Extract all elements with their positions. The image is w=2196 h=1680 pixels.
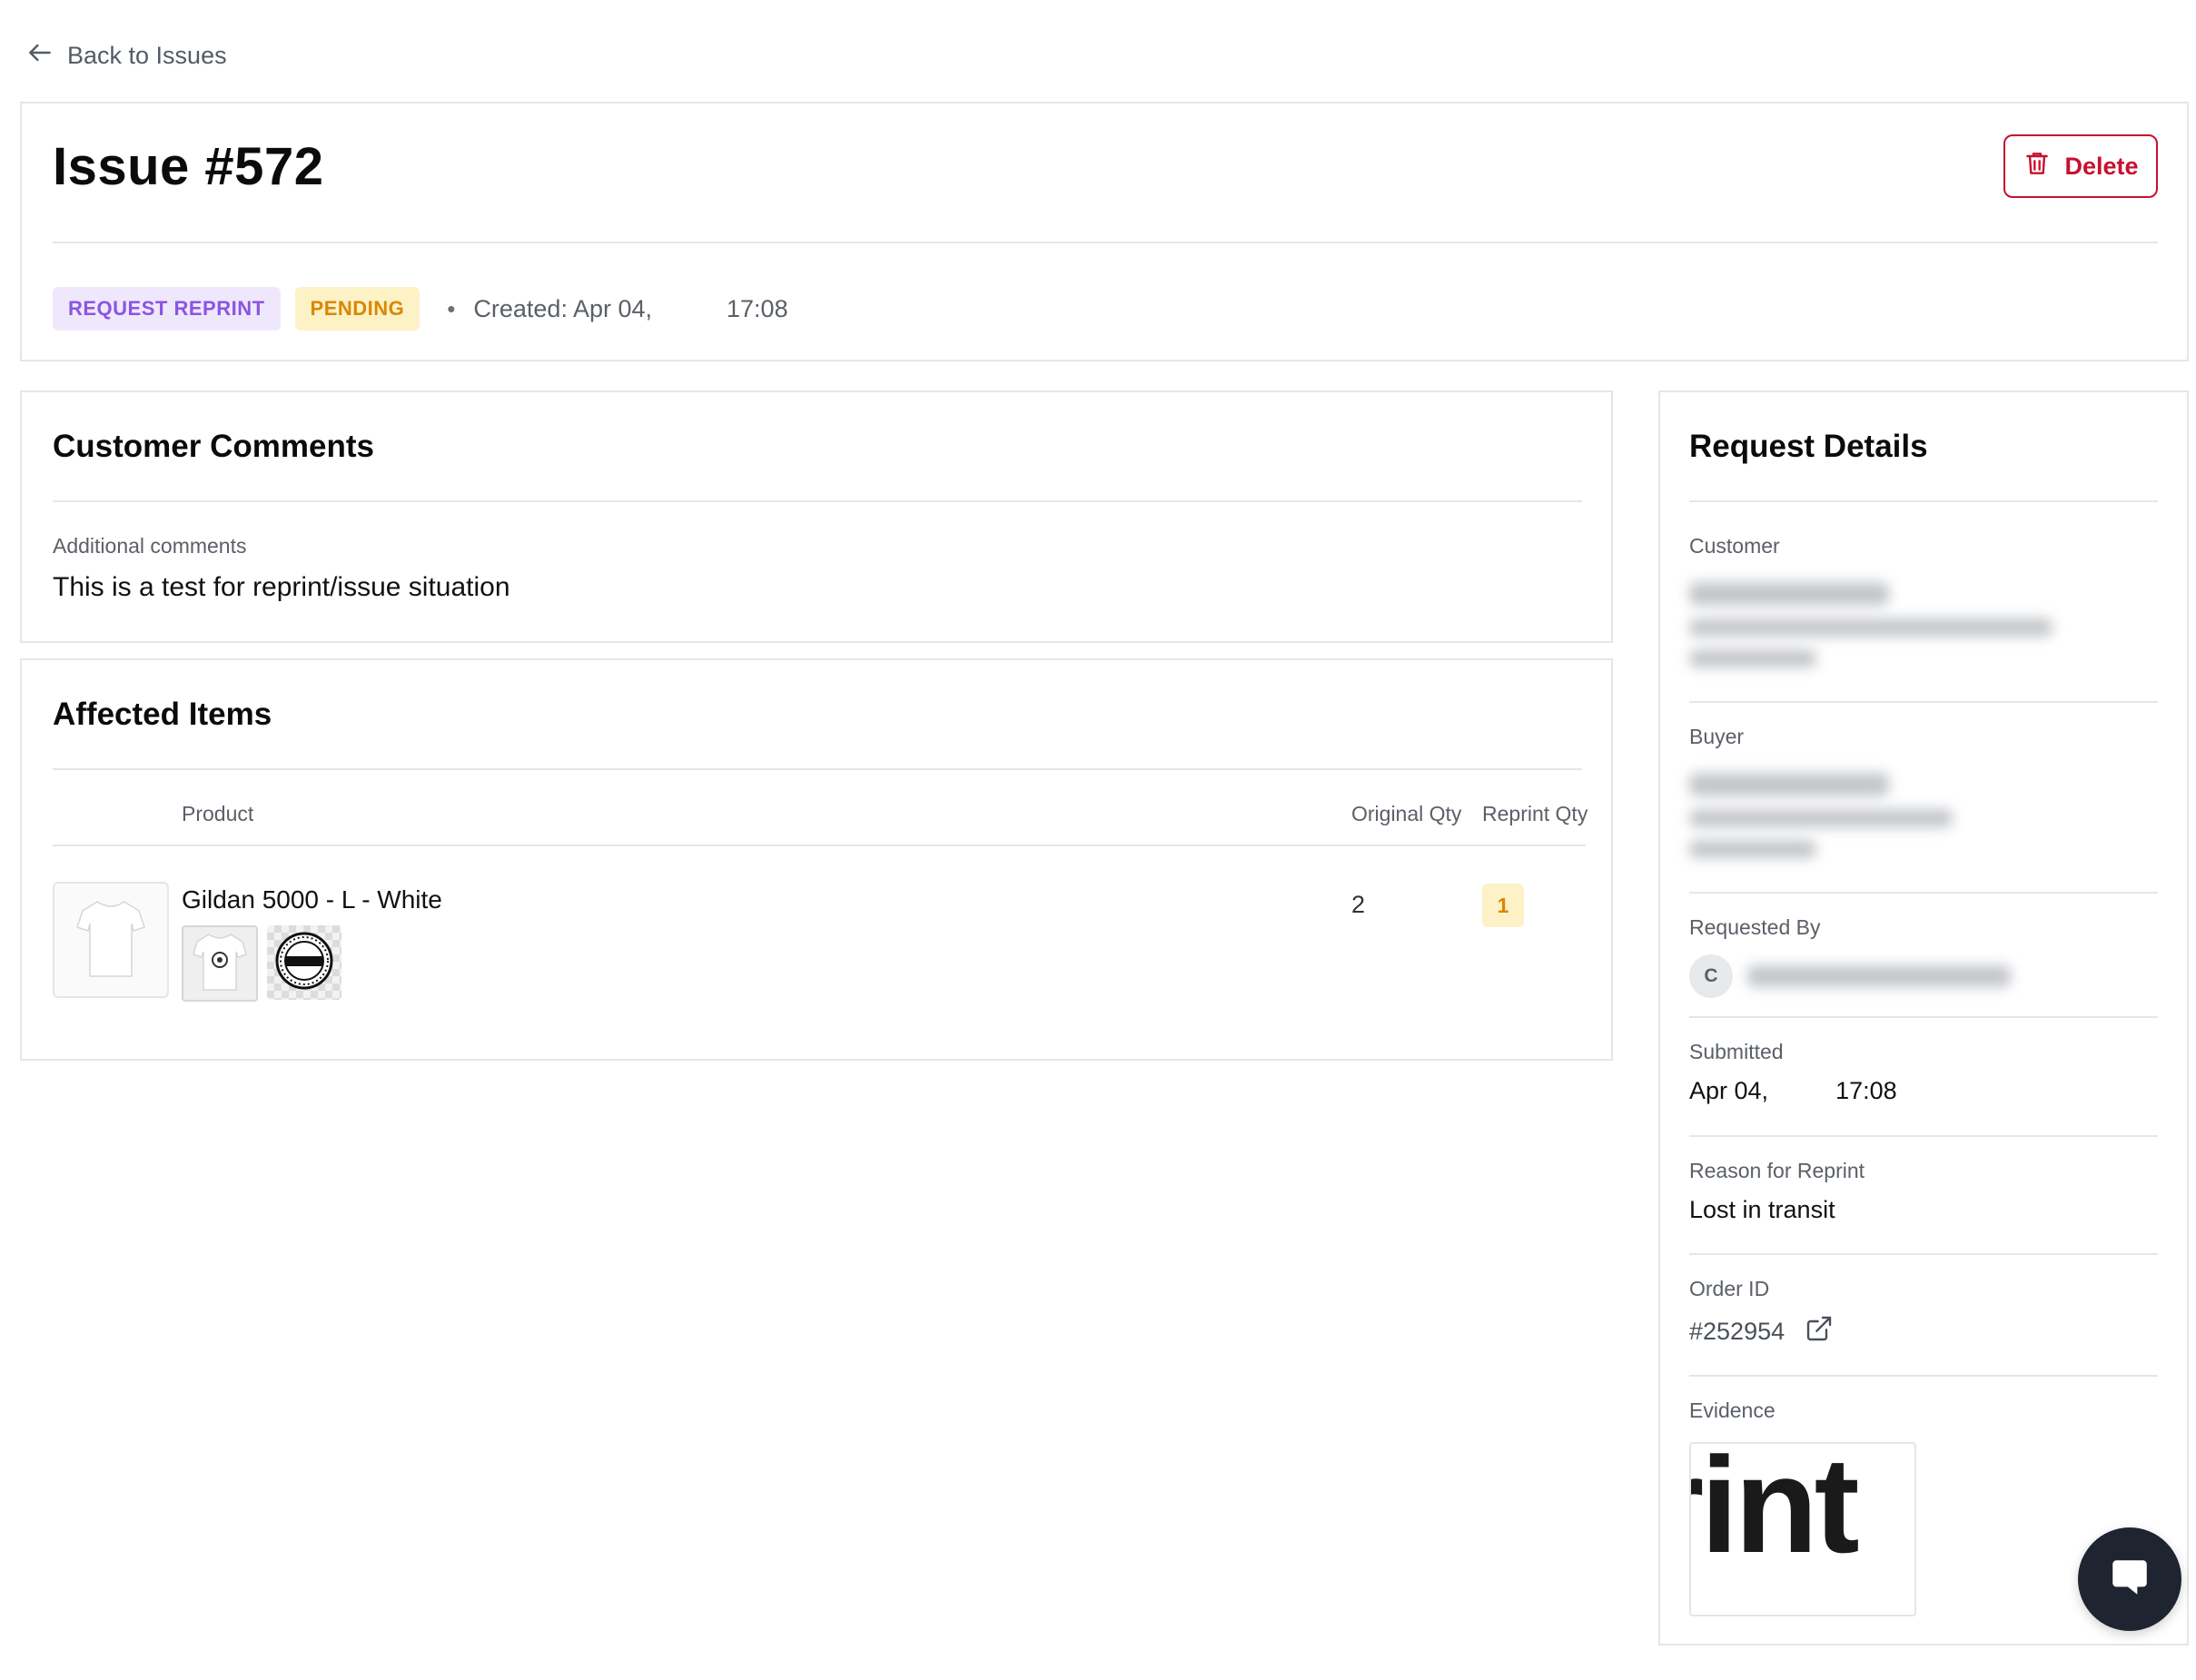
design-thumbnail[interactable]	[267, 925, 341, 1000]
table-header-divider	[53, 845, 1586, 846]
requested-by-label: Requested By	[1689, 915, 1821, 939]
tshirt-mockup-icon	[192, 930, 248, 998]
additional-comments-text: This is a test for reprint/issue situati…	[53, 572, 510, 602]
reprint-qty-badge: 1	[1482, 884, 1524, 927]
created-time: 17:08	[727, 294, 788, 322]
mockup-thumbnail[interactable]	[182, 925, 258, 1002]
requested-by-section: Requested By C	[1689, 915, 2158, 998]
order-id-value[interactable]: #252954	[1689, 1318, 1785, 1346]
requested-by-user: C	[1689, 954, 2158, 998]
reason-label: Reason for Reprint	[1689, 1159, 1865, 1182]
avatar: C	[1689, 954, 1733, 998]
type-badge: REQUEST REPRINT	[53, 287, 281, 331]
delete-button-label: Delete	[2064, 152, 2139, 180]
evidence-label: Evidence	[1689, 1398, 1776, 1422]
back-to-issues-link[interactable]: Back to Issues	[25, 38, 227, 74]
submitted-time: 17:08	[1835, 1077, 1897, 1104]
affected-items-title: Affected Items	[53, 697, 272, 732]
buyer-label: Buyer	[1689, 725, 1745, 748]
customer-comments-card: Customer Comments Additional comments Th…	[20, 390, 1613, 643]
submitted-date: Apr 04,	[1689, 1077, 1769, 1104]
submitted-label: Submitted	[1689, 1040, 1784, 1063]
section-divider	[53, 768, 1582, 770]
additional-comments-label: Additional comments	[53, 534, 247, 558]
chat-bubble-icon	[2107, 1555, 2152, 1605]
section-divider	[1689, 500, 2158, 502]
row-divider	[1689, 1375, 2158, 1377]
request-details-title: Request Details	[1689, 429, 1928, 464]
created-date: Created: Apr 04,	[473, 294, 653, 322]
row-divider	[1689, 1016, 2158, 1018]
external-link-icon[interactable]	[1805, 1314, 1834, 1349]
customer-label: Customer	[1689, 534, 1780, 558]
product-name: Gildan 5000 - L - White	[182, 885, 442, 914]
affected-items-card: Affected Items Product Original Qty Repr…	[20, 658, 1613, 1061]
customer-email-redacted	[1689, 618, 2053, 637]
order-section: Order ID #252954	[1689, 1277, 2158, 1349]
page-title: Issue #572	[53, 137, 324, 196]
design-logo-icon	[273, 930, 335, 996]
arrow-left-icon	[25, 38, 54, 74]
section-divider	[53, 500, 1582, 502]
back-link-label: Back to Issues	[67, 42, 227, 69]
order-link[interactable]: #252954	[1689, 1314, 2158, 1349]
reason-value: Lost in transit	[1689, 1196, 1835, 1223]
column-header-original-qty: Original Qty	[1351, 802, 1462, 825]
row-divider	[1689, 892, 2158, 894]
evidence-section: Evidence	[1689, 1398, 2158, 1423]
buyer-phone-redacted	[1689, 840, 1816, 858]
buyer-section: Buyer	[1689, 725, 2158, 858]
delete-button[interactable]: Delete	[2003, 134, 2158, 198]
trash-icon	[2023, 149, 2052, 184]
request-details-card: Request Details Customer Buyer Requested…	[1658, 390, 2189, 1645]
product-image[interactable]	[53, 882, 169, 998]
customer-comments-title: Customer Comments	[53, 429, 374, 464]
issue-meta: REQUEST REPRINT PENDING • Created: Apr 0…	[53, 287, 788, 331]
column-header-product: Product	[182, 802, 254, 825]
chat-button[interactable]	[2078, 1527, 2181, 1631]
buyer-name-redacted	[1689, 773, 1889, 796]
tshirt-icon	[75, 896, 146, 984]
evidence-image-text: rint	[1691, 1442, 1860, 1581]
evidence-image[interactable]: rint	[1689, 1442, 1916, 1616]
customer-section: Customer	[1689, 534, 2158, 667]
submitted-section: Submitted Apr 04, 17:08	[1689, 1040, 2158, 1105]
header-divider	[53, 242, 2158, 243]
reason-section: Reason for Reprint Lost in transit	[1689, 1159, 2158, 1224]
order-id-label: Order ID	[1689, 1277, 1770, 1300]
submitted-value: Apr 04, 17:08	[1689, 1077, 2158, 1105]
original-qty-value: 2	[1351, 891, 1366, 918]
buyer-email-redacted	[1689, 809, 1953, 827]
status-badge: PENDING	[294, 287, 420, 331]
row-divider	[1689, 1253, 2158, 1255]
meta-separator: •	[447, 294, 456, 322]
column-header-reprint-qty: Reprint Qty	[1482, 802, 1588, 825]
row-divider	[1689, 1135, 2158, 1137]
customer-name-redacted	[1689, 582, 1889, 606]
customer-phone-redacted	[1689, 649, 1816, 667]
issue-header-card: Issue #572 Delete REQUEST REPRINT PENDIN…	[20, 102, 2189, 361]
row-divider	[1689, 701, 2158, 703]
requested-by-name-redacted	[1747, 965, 2011, 987]
